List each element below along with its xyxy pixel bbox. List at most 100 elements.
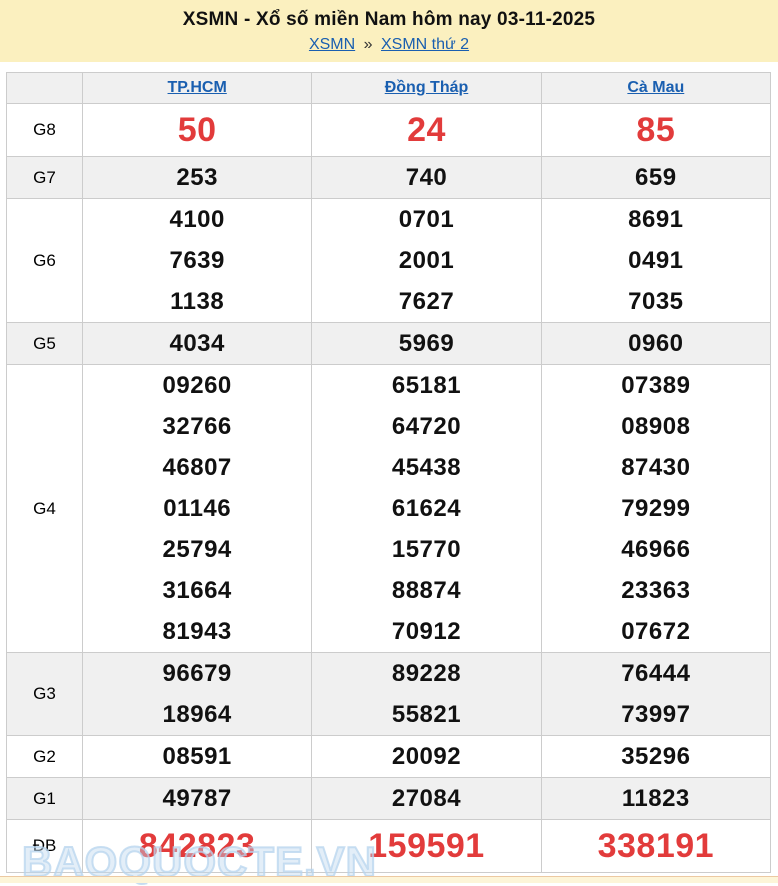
result-cell: 65181647204543861624157708887470912 xyxy=(312,365,541,653)
prize-label-db: ĐB xyxy=(7,820,83,873)
result-number: 73997 xyxy=(542,694,770,735)
result-cell: 659 xyxy=(541,157,770,199)
province-link-tphcm[interactable]: TP.HCM xyxy=(168,79,227,96)
lottery-results-table: TP.HCM Đồng Tháp Cà Mau G8502485G7253740… xyxy=(6,72,771,873)
prize-row-g1: G1497872708411823 xyxy=(7,778,771,820)
prize-label-g4: G4 xyxy=(7,365,83,653)
prize-row-g2: G2085912009235296 xyxy=(7,736,771,778)
table-header-row: TP.HCM Đồng Tháp Cà Mau xyxy=(7,73,771,104)
prize-row-g6: G6410076391138070120017627869104917035 xyxy=(7,199,771,323)
result-cell: 49787 xyxy=(83,778,312,820)
result-number: 88874 xyxy=(312,570,540,611)
result-cell: 08591 xyxy=(83,736,312,778)
result-number: 0701 xyxy=(312,199,540,240)
result-number: 25794 xyxy=(83,529,311,570)
result-cell: 9667918964 xyxy=(83,653,312,736)
result-cell: 842823 xyxy=(83,820,312,873)
result-number: 8691 xyxy=(542,199,770,240)
result-number: 4100 xyxy=(83,199,311,240)
result-number: 7035 xyxy=(542,281,770,322)
result-number: 87430 xyxy=(542,447,770,488)
result-number: 07389 xyxy=(542,365,770,406)
result-cell: 5969 xyxy=(312,323,541,365)
result-number: 20092 xyxy=(312,736,540,777)
result-number: 659 xyxy=(542,157,770,198)
result-cell: 338191 xyxy=(541,820,770,873)
prize-label-g2: G2 xyxy=(7,736,83,778)
result-number: 08908 xyxy=(542,406,770,447)
result-number: 49787 xyxy=(83,778,311,819)
result-number: 89228 xyxy=(312,653,540,694)
result-number: 64720 xyxy=(312,406,540,447)
result-cell: 253 xyxy=(83,157,312,199)
result-number: 7639 xyxy=(83,240,311,281)
result-cell: 8922855821 xyxy=(312,653,541,736)
result-number: 18964 xyxy=(83,694,311,735)
result-cell: 85 xyxy=(541,104,770,157)
result-number: 11823 xyxy=(542,778,770,819)
result-number: 4034 xyxy=(83,323,311,364)
breadcrumb-link-xsmn-thu2[interactable]: XSMN thứ 2 xyxy=(381,36,469,53)
result-cell: 07389089088743079299469662336307672 xyxy=(541,365,770,653)
column-header-dong-thap: Đồng Tháp xyxy=(312,73,541,104)
result-cell: 27084 xyxy=(312,778,541,820)
result-cell: 869104917035 xyxy=(541,199,770,323)
prize-label-g8: G8 xyxy=(7,104,83,157)
result-cell: 50 xyxy=(83,104,312,157)
result-number: 842823 xyxy=(83,820,311,872)
result-cell: 09260327664680701146257943166481943 xyxy=(83,365,312,653)
result-number: 24 xyxy=(312,104,540,156)
result-number: 5969 xyxy=(312,323,540,364)
prize-row-g5: G5403459690960 xyxy=(7,323,771,365)
result-number: 55821 xyxy=(312,694,540,735)
page-title: XSMN - Xổ số miền Nam hôm nay 03-11-2025 xyxy=(10,9,768,31)
breadcrumb-link-xsmn[interactable]: XSMN xyxy=(309,36,355,53)
result-number: 96679 xyxy=(83,653,311,694)
breadcrumb-separator: » xyxy=(364,36,373,53)
result-number: 0491 xyxy=(542,240,770,281)
page-header: XSMN - Xổ số miền Nam hôm nay 03-11-2025… xyxy=(0,0,778,62)
results-table-container: TP.HCM Đồng Tháp Cà Mau G8502485G7253740… xyxy=(0,62,778,873)
result-cell: 4034 xyxy=(83,323,312,365)
prize-column-header xyxy=(7,73,83,104)
result-number: 70912 xyxy=(312,611,540,652)
result-number: 09260 xyxy=(83,365,311,406)
prize-label-g6: G6 xyxy=(7,199,83,323)
prize-row-g3: G3966791896489228558217644473997 xyxy=(7,653,771,736)
result-cell: 7644473997 xyxy=(541,653,770,736)
result-number: 01146 xyxy=(83,488,311,529)
result-number: 76444 xyxy=(542,653,770,694)
result-number: 1138 xyxy=(83,281,311,322)
result-number: 61624 xyxy=(312,488,540,529)
prize-row-g7: G7253740659 xyxy=(7,157,771,199)
result-cell: 35296 xyxy=(541,736,770,778)
result-cell: 20092 xyxy=(312,736,541,778)
result-number: 46807 xyxy=(83,447,311,488)
breadcrumb: XSMN » XSMN thứ 2 xyxy=(10,36,768,54)
result-number: 253 xyxy=(83,157,311,198)
result-number: 65181 xyxy=(312,365,540,406)
result-cell: 410076391138 xyxy=(83,199,312,323)
result-number: 159591 xyxy=(312,820,540,872)
province-link-ca-mau[interactable]: Cà Mau xyxy=(627,79,684,96)
prize-label-g7: G7 xyxy=(7,157,83,199)
result-number: 79299 xyxy=(542,488,770,529)
prize-label-g5: G5 xyxy=(7,323,83,365)
result-number: 15770 xyxy=(312,529,540,570)
result-number: 2001 xyxy=(312,240,540,281)
result-number: 338191 xyxy=(542,820,770,872)
result-number: 85 xyxy=(542,104,770,156)
prize-label-g3: G3 xyxy=(7,653,83,736)
result-number: 27084 xyxy=(312,778,540,819)
next-section-edge xyxy=(0,876,778,883)
result-cell: 0960 xyxy=(541,323,770,365)
result-cell: 070120017627 xyxy=(312,199,541,323)
result-number: 35296 xyxy=(542,736,770,777)
result-number: 08591 xyxy=(83,736,311,777)
prize-row-g8: G8502485 xyxy=(7,104,771,157)
province-link-dong-thap[interactable]: Đồng Tháp xyxy=(385,79,469,96)
prize-row-db: ĐB842823159591338191 xyxy=(7,820,771,873)
result-cell: 740 xyxy=(312,157,541,199)
result-number: 31664 xyxy=(83,570,311,611)
result-number: 23363 xyxy=(542,570,770,611)
